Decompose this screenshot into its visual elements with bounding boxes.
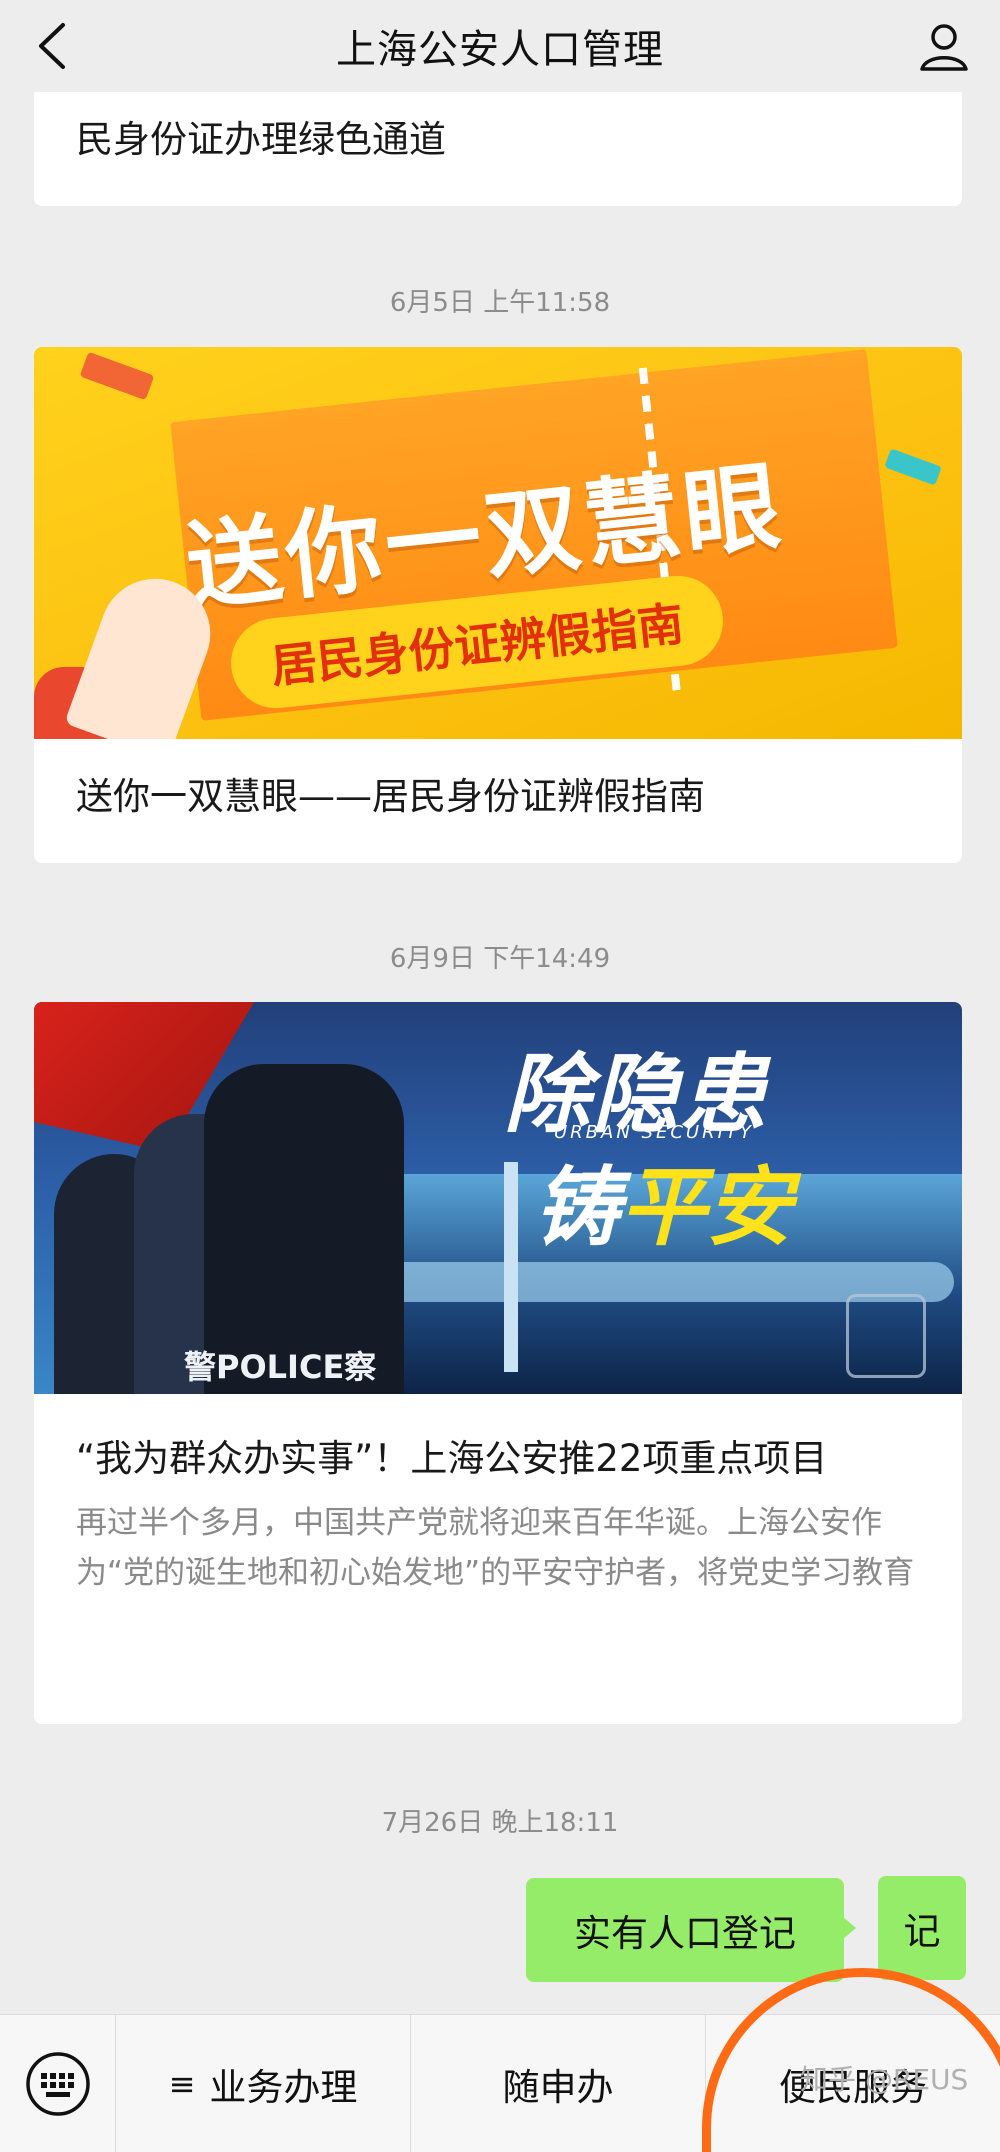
- banner-tower: [504, 1162, 518, 1372]
- article-cover-image: 送你一双慧眼 居民身份证辨假指南: [34, 347, 962, 739]
- banner-badge-icon: [846, 1294, 926, 1378]
- menu-item-suishenban[interactable]: 随申办: [411, 2014, 706, 2152]
- article-card[interactable]: 除隐患 URBAN SECURITY 铸平安 警POLICE察 “我为群众办实事…: [34, 1002, 962, 1724]
- chevron-left-icon: [39, 23, 65, 69]
- article-card[interactable]: 民身份证办理绿色通道: [34, 92, 962, 206]
- person-icon: [920, 24, 968, 71]
- profile-button[interactable]: [914, 16, 974, 76]
- article-cover-image: 除隐患 URBAN SECURITY 铸平安 警POLICE察: [34, 1002, 962, 1394]
- article-summary: 再过半个多月，中国共产党就将迎来百年华诞。上海公安作为“党的诞生地和初心始发地”…: [76, 1505, 915, 1591]
- decor-ribbon: [884, 448, 942, 486]
- article-title: “我为群众办实事”！上海公安推22项重点项目: [76, 1437, 828, 1480]
- banner-headline-part: 平安: [620, 1158, 792, 1258]
- message-timestamp: 6月5日 上午11:58: [389, 288, 611, 318]
- banner-headline-part: 铸: [534, 1158, 620, 1258]
- menu-item-label: 业务办理: [209, 2065, 358, 2109]
- article-title: 送你一双慧眼——居民身份证辨假指南: [76, 775, 705, 818]
- article-title: 民身份证办理绿色通道: [76, 118, 446, 161]
- banner-police-tag: 警POLICE察: [184, 1348, 377, 1386]
- keyboard-toggle-button[interactable]: [0, 2014, 116, 2152]
- message-timestamp: 7月26日 晚上18:11: [381, 1808, 619, 1838]
- back-button[interactable]: [24, 18, 80, 74]
- bubble-text: 记: [903, 1910, 941, 1953]
- message-timestamp: 6月9日 下午14:49: [389, 944, 611, 974]
- banner-headline: 铸平安: [534, 1137, 792, 1262]
- sent-message-bubble[interactable]: 记: [878, 1876, 966, 1980]
- keyboard-icon: [25, 2051, 90, 2116]
- top-bar: 上海公安人口管理: [0, 0, 1000, 92]
- menu-item-label: 随申办: [502, 2065, 614, 2109]
- menu-icon: ≡: [168, 2064, 196, 2103]
- menu-item-business[interactable]: ≡ 业务办理: [116, 2014, 411, 2152]
- sent-message-bubble[interactable]: 实有人口登记: [526, 1878, 856, 1982]
- article-card[interactable]: 送你一双慧眼 居民身份证辨假指南 送你一双慧眼——居民身份证辨假指南: [34, 347, 962, 863]
- page-title: 上海公安人口管理: [336, 27, 664, 73]
- watermark: 知乎 @REUS: [800, 2063, 969, 2096]
- decor-ribbon: [79, 351, 155, 401]
